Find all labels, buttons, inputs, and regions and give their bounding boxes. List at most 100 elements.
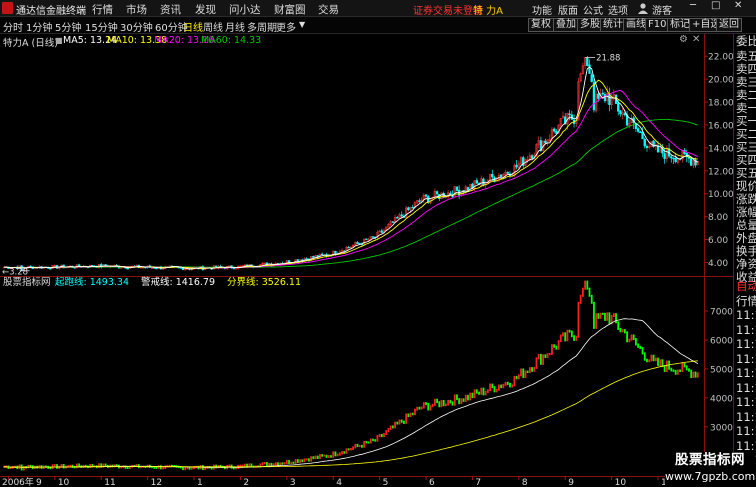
candle-body <box>588 64 591 74</box>
candle-body <box>515 164 518 168</box>
indicator-bar <box>27 464 30 469</box>
indicator-bar <box>288 459 290 465</box>
indicator-bar <box>692 371 695 378</box>
indicator-bar <box>367 441 370 444</box>
time-axis-label: 10 <box>58 478 70 487</box>
indicator-bar <box>502 383 505 389</box>
indicator-bar <box>690 369 693 378</box>
indicator-bar <box>243 463 246 467</box>
indicator-bar <box>89 463 92 469</box>
time-axis-border <box>0 476 733 477</box>
indicator-bar <box>162 466 164 470</box>
indicator-bar <box>164 465 167 469</box>
quote-panel-item[interactable]: 11:1 <box>736 410 756 424</box>
indicator-bar <box>334 451 337 457</box>
quote-panel-item[interactable]: 委比 <box>736 35 756 48</box>
time-axis-label: 3 <box>290 478 296 487</box>
quote-panel-item[interactable]: 11:1 <box>736 309 756 322</box>
indicator-bar <box>389 425 392 430</box>
indicator-bar <box>619 328 622 333</box>
quote-panel-item[interactable]: 11:1 <box>736 338 756 351</box>
quote-panel-item[interactable]: 11:1 <box>736 396 756 409</box>
indicator-bar <box>648 359 651 363</box>
indicator-bar <box>646 358 648 363</box>
indicator-bar <box>349 447 352 451</box>
indicator-bar <box>438 401 441 408</box>
indicator-bar <box>573 335 575 341</box>
indicator-bar <box>694 371 697 378</box>
indicator-bar <box>363 440 366 448</box>
indicator-bar <box>493 386 496 393</box>
indicator-bar <box>601 312 604 315</box>
indicator-bar <box>637 343 640 348</box>
quote-panel-item[interactable]: 11:1 <box>736 381 756 395</box>
indicator-bar <box>321 454 324 457</box>
indicator-bar <box>615 313 617 324</box>
indicator-bar <box>577 301 580 338</box>
indicator-bar <box>495 388 498 393</box>
indicator-bar <box>281 462 284 465</box>
time-axis-label: 4 <box>336 478 342 487</box>
indicator-bar <box>588 287 591 297</box>
indicator-bar <box>555 345 558 350</box>
candle-body <box>603 93 607 102</box>
candle-body <box>663 153 666 159</box>
indicator-bar <box>504 381 507 386</box>
indicator-bar <box>274 462 277 466</box>
indicator-bar <box>511 384 514 388</box>
indicator-bar <box>385 430 388 436</box>
indicator-bar <box>498 384 500 391</box>
indicator-bar <box>681 362 684 373</box>
quote-panel-item[interactable]: 11:1 <box>736 367 756 380</box>
indicator-bar <box>621 329 624 333</box>
indicator-bar <box>102 463 105 468</box>
indicator-bar <box>564 332 567 342</box>
candle-body <box>592 82 596 111</box>
chart-area[interactable]: 22.0020.0018.0016.0014.0012.0010.008.006… <box>0 0 733 487</box>
time-axis-label: 10 <box>615 478 627 487</box>
watermark: 股票指标网 www.7gpzb.com <box>665 452 755 487</box>
candle-body <box>491 173 494 178</box>
indicator-bar <box>411 412 414 416</box>
indicator-bar <box>546 353 549 358</box>
indicator-bar <box>186 467 189 470</box>
price-tick-label: 8.00 <box>708 213 728 223</box>
indicator-bar <box>535 357 538 369</box>
quote-panel-item[interactable]: 11:1 <box>736 323 756 337</box>
indicator-bar <box>513 375 516 387</box>
indicator-bar <box>579 294 582 304</box>
indicator-bar <box>475 389 478 394</box>
indicator-bar <box>581 287 584 297</box>
indicator-bar <box>670 367 673 372</box>
indicator-bar <box>126 466 129 469</box>
indicator-bar <box>294 459 297 464</box>
quote-panel-item[interactable]: 自动 <box>736 280 756 293</box>
indicator-bar <box>659 359 662 367</box>
indicator-bar <box>445 403 447 407</box>
indicator-bar <box>332 451 335 458</box>
indicator-bar <box>409 412 412 418</box>
indicator-bar <box>451 401 454 406</box>
indicator-bar <box>473 389 476 399</box>
indicator-bar <box>484 390 487 396</box>
candle-body <box>645 145 649 148</box>
indicator-bar <box>436 398 438 404</box>
indicator-bar <box>433 398 436 406</box>
quote-panel-item[interactable]: 11:1 <box>736 425 756 438</box>
time-axis-label: 1 <box>197 478 203 487</box>
quote-panel-item[interactable]: 11:1 <box>736 439 756 453</box>
indicator-bar <box>266 462 268 467</box>
indicator-bar <box>425 402 427 406</box>
quote-panel-item[interactable]: 11:1 <box>736 352 756 366</box>
indicator-bar <box>422 402 425 409</box>
quote-panel-item[interactable]: 行情 <box>736 294 756 308</box>
indicator-bar <box>517 374 520 380</box>
quote-side-panel: 委比 卖五 卖四 卖三 卖二 卖一 买一 买二 买三 买四 买五 现价 涨跌 涨幅 总量 外盘 换手 净资 收益 自动… <box>733 34 756 487</box>
time-axis-label: 9 <box>36 478 42 487</box>
time-axis-label: 8 <box>522 478 528 487</box>
indicator-bar <box>548 352 551 356</box>
indicator-bar <box>440 400 443 408</box>
price-axis-border <box>704 34 705 476</box>
close-icon[interactable]: ✕ <box>734 0 742 11</box>
indicator-bar <box>372 438 374 442</box>
